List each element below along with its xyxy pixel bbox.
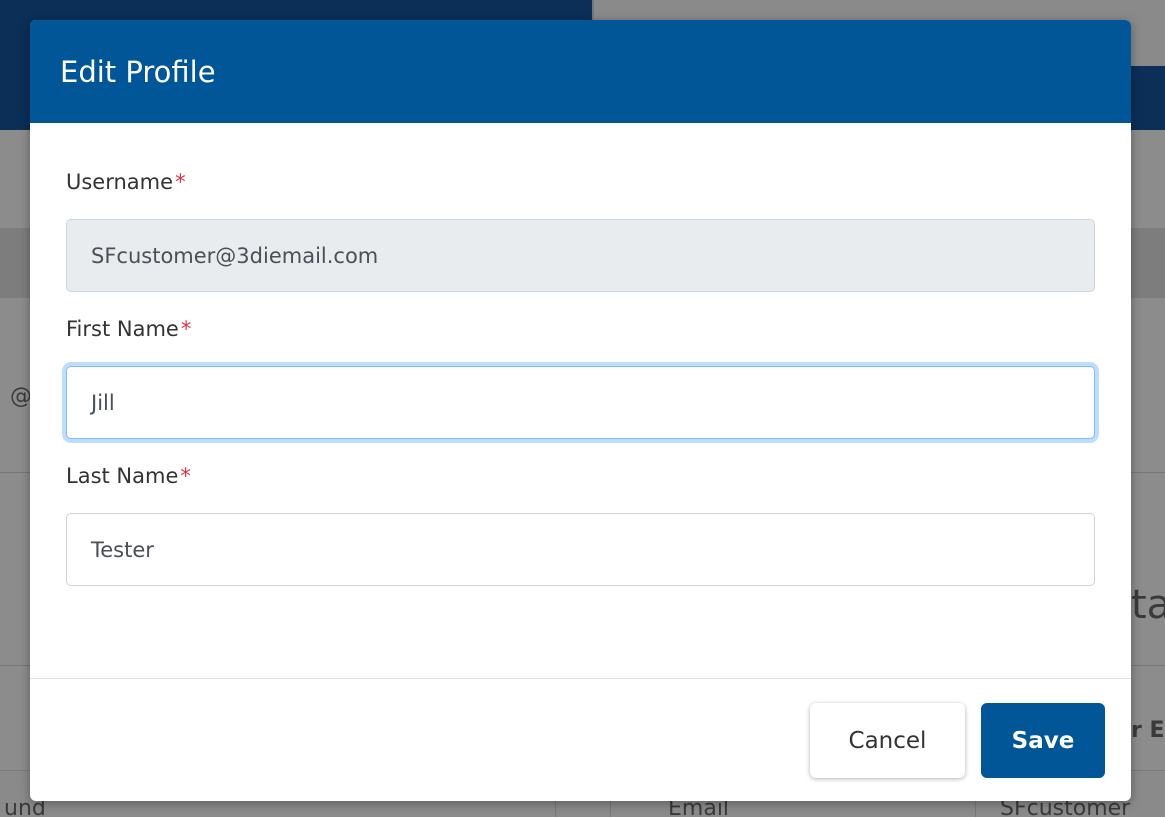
username-field[interactable]: SFcustomer@3diemail.com	[66, 219, 1095, 292]
first-name-label-text: First Name	[66, 317, 179, 341]
username-value: SFcustomer@3diemail.com	[91, 243, 379, 268]
cancel-button-label: Cancel	[848, 727, 927, 754]
username-label: Username*	[66, 167, 1095, 197]
last-name-label: Last Name*	[66, 461, 1095, 491]
page: @3 ta r Er und Email SFcustomer Edit Pro…	[0, 0, 1165, 817]
first-name-field[interactable]: Jill	[66, 366, 1095, 439]
modal-footer: Cancel Save	[30, 678, 1131, 801]
cancel-button[interactable]: Cancel	[810, 703, 965, 778]
required-indicator: *	[175, 170, 186, 194]
background-partial-text: ta	[1131, 582, 1165, 628]
last-name-label-text: Last Name	[66, 464, 179, 488]
first-name-label: First Name*	[66, 314, 1095, 344]
username-label-text: Username	[66, 170, 174, 194]
modal-body: Username* SFcustomer@3diemail.com First …	[30, 123, 1131, 586]
edit-profile-modal: Edit Profile Username* SFcustomer@3diema…	[30, 20, 1131, 801]
background-partial-text: r Er	[1131, 718, 1165, 743]
required-indicator: *	[180, 464, 191, 488]
modal-header: Edit Profile	[30, 20, 1131, 123]
first-name-value: Jill	[91, 390, 115, 415]
save-button[interactable]: Save	[981, 703, 1105, 778]
save-button-label: Save	[1011, 727, 1075, 754]
required-indicator: *	[180, 317, 192, 341]
last-name-value: Tester	[91, 537, 154, 562]
last-name-field[interactable]: Tester	[66, 513, 1095, 586]
modal-title: Edit Profile	[60, 54, 216, 89]
